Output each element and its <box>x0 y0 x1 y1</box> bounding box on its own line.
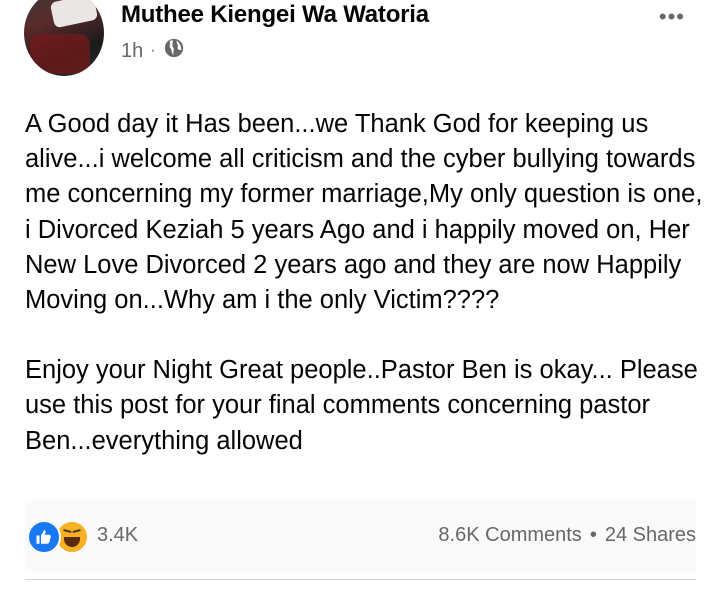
avatar-photo-detail <box>49 0 99 29</box>
comments-count[interactable]: 8.6K Comments <box>438 524 581 546</box>
divider <box>25 579 696 580</box>
author-name[interactable]: Muthee Kiengei Wa Watoria <box>121 1 429 29</box>
like-icon <box>27 520 61 554</box>
post-paragraph: Enjoy your Night Great people..Pastor Be… <box>25 356 698 455</box>
reaction-icons[interactable] <box>27 520 89 554</box>
meta-separator: · <box>150 42 156 59</box>
engagement-stats: 8.6K Comments • 24 Shares <box>438 524 696 547</box>
author-avatar[interactable] <box>24 0 104 76</box>
more-options-icon[interactable]: ••• <box>659 4 685 30</box>
post-meta: 1h · <box>121 37 185 65</box>
post-timestamp[interactable]: 1h <box>121 40 143 63</box>
stats-separator: • <box>589 524 597 546</box>
reactions-bar: 3.4K 8.6K Comments • 24 Shares <box>25 500 696 572</box>
reaction-count[interactable]: 3.4K <box>97 524 138 547</box>
post-paragraph: A Good day it Has been...we Thank God fo… <box>25 110 703 315</box>
post-body: A Good day it Has been...we Thank God fo… <box>25 107 710 459</box>
shares-count[interactable]: 24 Shares <box>605 524 696 546</box>
globe-icon[interactable] <box>163 37 185 65</box>
avatar-photo-detail <box>30 34 90 74</box>
